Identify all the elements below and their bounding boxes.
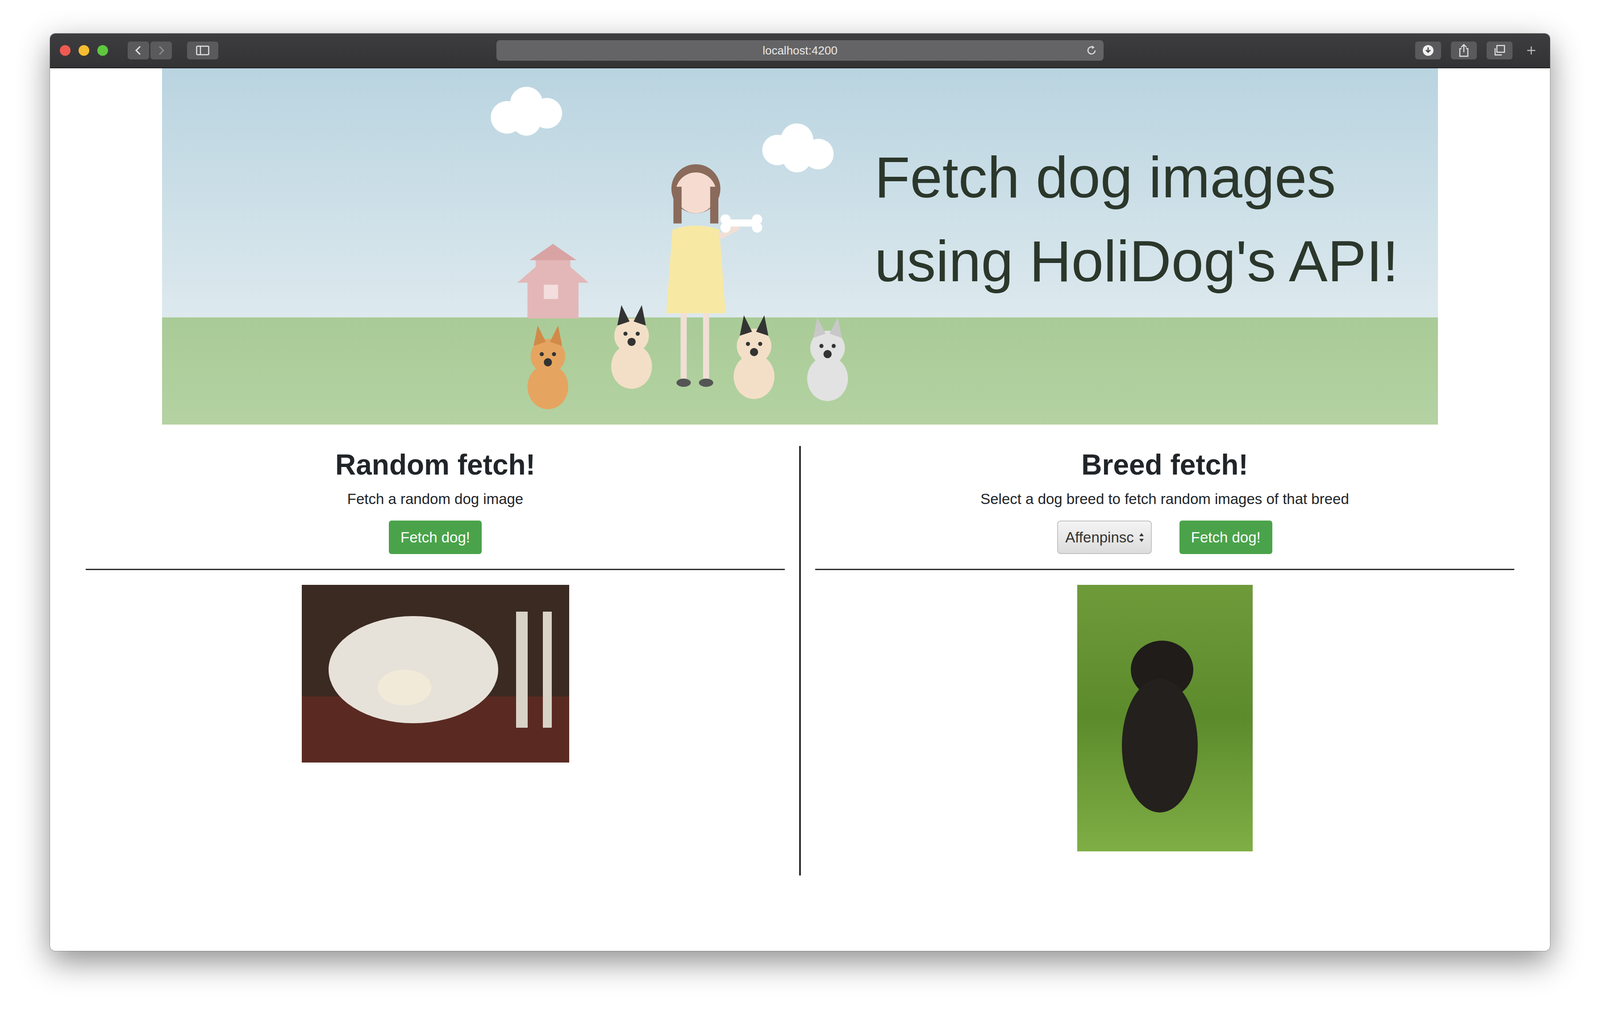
sidebar-icon (195, 45, 210, 56)
panel-description: Select a dog breed to fetch random image… (980, 490, 1350, 509)
panel-description: Fetch a random dog image (347, 490, 524, 509)
breed-select[interactable]: Affenpinsc (1057, 520, 1152, 555)
new-tab-button[interactable] (1522, 41, 1541, 60)
fetch-panels: Random fetch! Fetch a random dog image Fet… (85, 445, 1515, 876)
close-button[interactable] (59, 45, 71, 56)
forward-icon (156, 45, 166, 56)
reload-icon (1085, 44, 1098, 57)
tabs-button[interactable] (1486, 41, 1513, 60)
separator (815, 568, 1515, 571)
sidebar-button[interactable] (187, 41, 219, 60)
share-icon (1458, 43, 1470, 58)
zoom-button[interactable] (97, 45, 109, 56)
download-icon (1421, 44, 1435, 57)
separator (85, 568, 785, 571)
hero-title: Fetch dog images using HoliDog's API! (874, 135, 1429, 304)
forward-button[interactable] (150, 41, 172, 60)
dog-photo (1077, 584, 1253, 852)
back-button[interactable] (127, 41, 150, 60)
downloads-button[interactable] (1415, 41, 1442, 60)
plus-icon (1525, 45, 1537, 56)
random-fetch-panel: Random fetch! Fetch a random dog image Fet… (85, 445, 785, 876)
back-icon (133, 45, 143, 56)
hero-banner: Fetch dog images using HoliDog's API! (162, 68, 1438, 425)
tabs-icon (1493, 44, 1506, 57)
url-text: localhost:4200 (762, 43, 838, 58)
address-bar[interactable]: localhost:4200 (496, 40, 1104, 61)
minimize-button[interactable] (78, 45, 90, 56)
select-value: Affenpinsc (1065, 529, 1134, 546)
fetch-button[interactable]: Fetch dog! (388, 520, 482, 555)
page-content: Fetch dog images using HoliDog's API! Ran… (50, 68, 1550, 951)
column-divider (799, 445, 801, 876)
browser-window: localhost:4200 Fetch dog images using Hol… (50, 33, 1550, 951)
dog-photo (301, 584, 570, 763)
fetch-button[interactable]: Fetch dog! (1179, 520, 1273, 555)
title-bar: localhost:4200 (50, 33, 1550, 69)
breed-fetch-panel: Breed fetch! Select a dog breed to fetch … (815, 445, 1515, 876)
panel-title: Breed fetch! (1081, 447, 1248, 483)
dropdown-arrows-icon (1138, 531, 1145, 544)
share-button[interactable] (1450, 41, 1477, 60)
panel-title: Random fetch! (335, 447, 536, 483)
